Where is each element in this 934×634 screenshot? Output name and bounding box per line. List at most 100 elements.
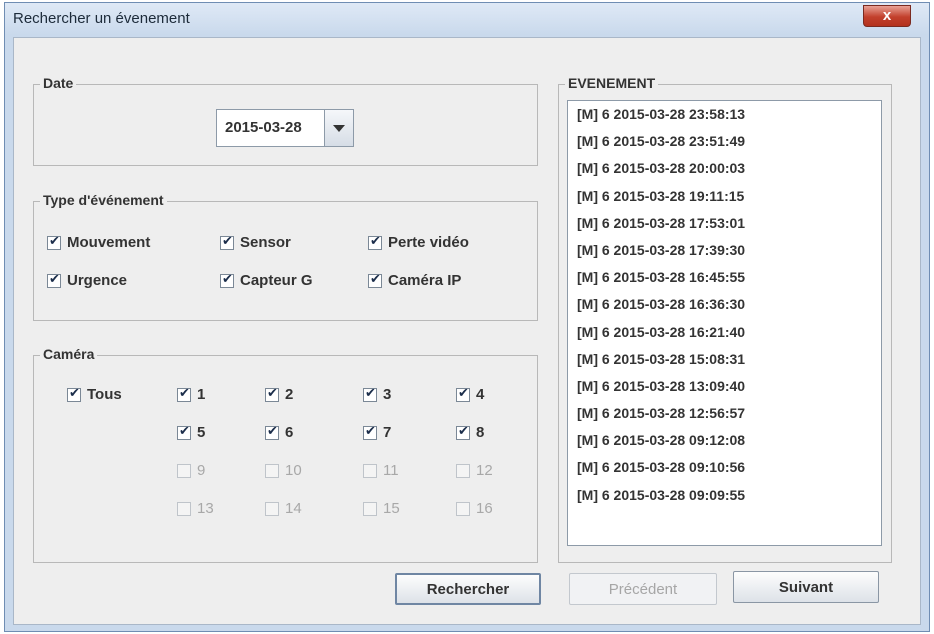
camera-number-label: 12 bbox=[476, 462, 493, 479]
checkbox-box bbox=[67, 386, 81, 402]
event-list-item[interactable]: [M] 6 2015-03-28 09:10:56 bbox=[568, 454, 881, 481]
event-list-item[interactable]: [M] 6 2015-03-28 09:09:55 bbox=[568, 482, 881, 509]
camera-number-label: 11 bbox=[383, 462, 399, 479]
checkbox-box bbox=[456, 501, 470, 516]
checkbox-box bbox=[177, 424, 191, 440]
checkbox-box bbox=[177, 463, 191, 478]
event-list-item[interactable]: [M] 6 2015-03-28 16:45:55 bbox=[568, 264, 881, 291]
event-list-item[interactable]: [M] 6 2015-03-28 15:08:31 bbox=[568, 346, 881, 373]
checkbox-box bbox=[363, 386, 377, 402]
event-list-item[interactable]: [M] 6 2015-03-28 19:11:15 bbox=[568, 183, 881, 210]
camera-number-label: 3 bbox=[383, 386, 392, 403]
camera-group: Caméra Tous 12345678910111213141516 bbox=[33, 346, 538, 563]
checkbox-box bbox=[456, 386, 470, 402]
camera-checkbox-4[interactable]: 4 bbox=[456, 386, 484, 403]
camera-checkbox-11: 11 bbox=[363, 462, 399, 479]
camera-number-label: 10 bbox=[285, 462, 302, 479]
camera-checkbox-13: 13 bbox=[177, 500, 214, 517]
camera-number-label: 14 bbox=[285, 500, 302, 517]
camera-number-label: 9 bbox=[197, 462, 206, 479]
checkbox-box bbox=[363, 424, 377, 440]
date-group: Date 2015-03-28 bbox=[33, 75, 538, 166]
checkbox-box bbox=[368, 234, 382, 250]
event-type-label: Sensor bbox=[240, 234, 291, 251]
camera-group-label: Caméra bbox=[40, 346, 98, 362]
date-combobox[interactable]: 2015-03-28 bbox=[216, 109, 354, 147]
checkbox-box bbox=[265, 463, 279, 478]
event-list-item[interactable]: [M] 6 2015-03-28 23:58:13 bbox=[568, 101, 881, 128]
camera-checkbox-6[interactable]: 6 bbox=[265, 424, 293, 441]
event-type-checkbox[interactable]: Caméra IP bbox=[368, 272, 461, 289]
event-type-group-label: Type d'événement bbox=[40, 192, 167, 208]
dialog-body: Date 2015-03-28 Type d'événement Mouveme… bbox=[13, 37, 921, 625]
close-button[interactable]: x bbox=[863, 5, 911, 27]
event-type-group: Type d'événement Mouvement Sensor Perte vi… bbox=[33, 192, 538, 321]
checkbox-box bbox=[177, 386, 191, 402]
event-list-item[interactable]: [M] 6 2015-03-28 17:53:01 bbox=[568, 210, 881, 237]
camera-number-label: 13 bbox=[197, 500, 214, 517]
event-list[interactable]: [M] 6 2015-03-28 23:58:13 [M] 6 2015-03-2… bbox=[567, 100, 882, 546]
camera-checkbox-12: 12 bbox=[456, 462, 493, 479]
camera-number-label: 2 bbox=[285, 386, 294, 403]
event-type-checkbox[interactable]: Mouvement bbox=[47, 234, 150, 251]
event-type-checkbox[interactable]: Perte vidéo bbox=[368, 234, 469, 251]
camera-checkbox-14: 14 bbox=[265, 500, 302, 517]
camera-checkbox-3[interactable]: 3 bbox=[363, 386, 391, 403]
event-type-checkbox[interactable]: Sensor bbox=[220, 234, 291, 251]
checkbox-box bbox=[368, 272, 382, 288]
chevron-down-icon bbox=[333, 124, 345, 132]
previous-button: Précédent bbox=[569, 573, 717, 605]
event-type-checkbox[interactable]: Urgence bbox=[47, 272, 127, 289]
event-type-label: Urgence bbox=[67, 272, 128, 289]
camera-checkbox-7[interactable]: 7 bbox=[363, 424, 391, 441]
camera-all-checkbox[interactable]: Tous bbox=[67, 386, 122, 403]
camera-number-label: 1 bbox=[197, 386, 206, 403]
title-bar: Rechercher un évenement x bbox=[5, 3, 929, 35]
checkbox-box bbox=[220, 234, 234, 250]
event-list-item[interactable]: [M] 6 2015-03-28 20:00:03 bbox=[568, 155, 881, 182]
camera-number-label: 7 bbox=[383, 424, 392, 441]
camera-checkbox-2[interactable]: 2 bbox=[265, 386, 293, 403]
camera-all-label: Tous bbox=[87, 386, 122, 403]
checkbox-box bbox=[456, 463, 470, 478]
event-list-item[interactable]: [M] 6 2015-03-28 23:51:49 bbox=[568, 128, 881, 155]
event-list-item[interactable]: [M] 6 2015-03-28 16:21:40 bbox=[568, 319, 881, 346]
event-list-item[interactable]: [M] 6 2015-03-28 13:09:40 bbox=[568, 373, 881, 400]
close-icon: x bbox=[882, 7, 892, 24]
next-button[interactable]: Suivant bbox=[733, 571, 879, 603]
checkbox-box bbox=[265, 424, 279, 440]
event-type-checkbox[interactable]: Capteur G bbox=[220, 272, 313, 289]
search-event-dialog: Rechercher un évenement x Date 2015-03-2… bbox=[4, 2, 930, 632]
checkbox-box bbox=[265, 386, 279, 402]
camera-checkbox-16: 16 bbox=[456, 500, 493, 517]
window-title: Rechercher un évenement bbox=[13, 10, 190, 27]
checkbox-box bbox=[177, 501, 191, 516]
event-list-item[interactable]: [M] 6 2015-03-28 16:36:30 bbox=[568, 291, 881, 318]
event-type-label: Caméra IP bbox=[388, 272, 462, 289]
checkbox-box bbox=[47, 234, 61, 250]
camera-checkbox-9: 9 bbox=[177, 462, 205, 479]
camera-number-label: 16 bbox=[476, 500, 493, 517]
event-list-item[interactable]: [M] 6 2015-03-28 17:39:30 bbox=[568, 237, 881, 264]
checkbox-box bbox=[363, 463, 377, 478]
checkbox-box bbox=[47, 272, 61, 288]
event-type-label: Capteur G bbox=[240, 272, 313, 289]
camera-number-label: 8 bbox=[476, 424, 485, 441]
date-value: 2015-03-28 bbox=[225, 119, 302, 136]
camera-number-label: 5 bbox=[197, 424, 206, 441]
checkbox-box bbox=[220, 272, 234, 288]
event-list-item[interactable]: [M] 6 2015-03-28 12:56:57 bbox=[568, 400, 881, 427]
camera-checkbox-1[interactable]: 1 bbox=[177, 386, 205, 403]
camera-checkbox-5[interactable]: 5 bbox=[177, 424, 205, 441]
camera-checkbox-8[interactable]: 8 bbox=[456, 424, 484, 441]
checkbox-box bbox=[363, 501, 377, 516]
event-type-label: Perte vidéo bbox=[388, 234, 469, 251]
camera-number-label: 15 bbox=[383, 500, 400, 517]
camera-checkbox-15: 15 bbox=[363, 500, 400, 517]
checkbox-box bbox=[265, 501, 279, 516]
date-dropdown-button[interactable] bbox=[324, 110, 353, 146]
checkbox-box bbox=[456, 424, 470, 440]
search-button[interactable]: Rechercher bbox=[395, 573, 541, 605]
event-list-item[interactable]: [M] 6 2015-03-28 09:12:08 bbox=[568, 427, 881, 454]
camera-number-label: 6 bbox=[285, 424, 294, 441]
